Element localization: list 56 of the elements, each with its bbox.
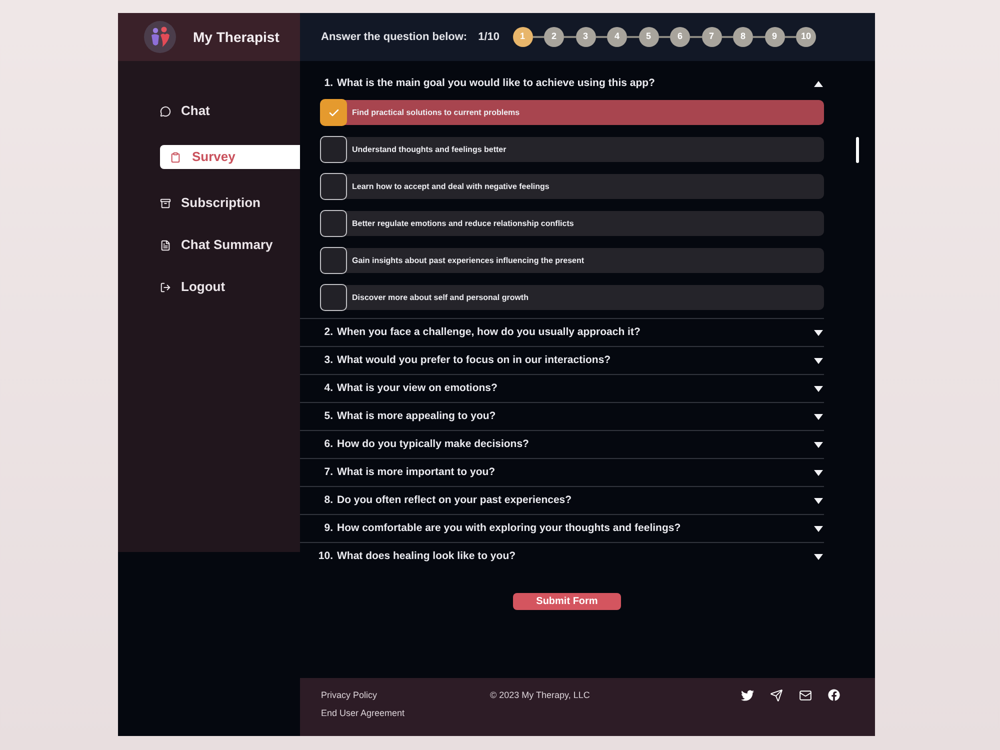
caret-down-icon [814,498,823,504]
caret-down-icon [814,386,823,392]
caret-up-icon [814,81,823,87]
scrollbar-thumb[interactable] [856,137,859,163]
answer-option[interactable]: Better regulate emotions and reduce relationship conflicts [320,211,824,236]
caret-down-icon [814,470,823,476]
mail-icon[interactable] [799,688,812,702]
question-counter: 1/10 [478,30,500,45]
question-header[interactable]: 7. What is more important to you? [300,459,824,486]
question-header[interactable]: 1. What is the main goal you would like to achieve using this app? [300,72,824,96]
footer-link[interactable]: End User Agreement [321,704,405,722]
document-icon [160,240,171,250]
caret-down-icon [814,358,823,364]
nav-item[interactable]: Logout [160,275,300,299]
check-icon [328,106,340,118]
archive-box-icon [160,198,171,208]
answer-option[interactable]: Find practical solutions to current problems [320,100,824,125]
nav-item[interactable]: Chat [160,99,300,123]
caret-down-icon [814,554,823,560]
logo-icon [144,21,176,53]
caret-down-icon [814,414,823,420]
question-header[interactable]: 6. How do you typically make decisions? [300,431,824,458]
checkbox[interactable] [320,173,347,200]
nav-item[interactable]: Subscription [160,191,300,215]
brand-name: My Therapist [193,28,280,47]
logout-icon [160,282,171,292]
twitter-icon[interactable] [741,688,754,702]
question-header[interactable]: 3. What would you prefer to focus on in our interactions? [300,347,824,374]
copyright-text: © 2023 My Therapy, LLC [490,689,590,702]
submit-button[interactable]: Submit Form [513,593,621,610]
nav-item[interactable]: Survey [160,145,300,169]
answer-option[interactable]: Gain insights about past experiences influencing the present [320,248,824,273]
checkbox[interactable] [320,284,347,311]
question-header[interactable]: 9. How comfortable are you with exploring your thoughts and feelings? [300,515,824,542]
survey-prompt: Answer the question below: [321,30,468,45]
footer-link[interactable]: Privacy Policy [321,686,378,704]
caret-down-icon [814,442,823,448]
question-header[interactable]: 10. What does healing look like to you? [300,543,824,570]
caret-down-icon [814,330,823,336]
question-header[interactable]: 2. When you face a challenge, how do you usually approach it? [300,319,824,346]
checkbox[interactable] [320,247,347,274]
answer-option[interactable]: Learn how to accept and deal with negative feelings [320,174,824,199]
question-header[interactable]: 4. What is your view on emotions? [300,375,824,402]
clipboard-icon [170,152,181,162]
facebook-icon[interactable] [828,689,840,701]
checkbox[interactable] [320,210,347,237]
answer-option[interactable]: Discover more about self and personal growth [320,285,824,310]
checkbox[interactable] [320,136,347,163]
caret-down-icon [814,526,823,532]
nav-item[interactable]: Chat Summary [160,233,300,257]
question-header[interactable]: 5. What is more appealing to you? [300,403,824,430]
question-header[interactable]: 8. Do you often reflect on your past experiences? [300,487,824,514]
answer-option[interactable]: Understand thoughts and feelings better [320,137,824,162]
chat-bubble-icon [160,106,171,116]
paper-plane-icon[interactable] [770,688,783,702]
checkbox[interactable] [320,99,347,126]
